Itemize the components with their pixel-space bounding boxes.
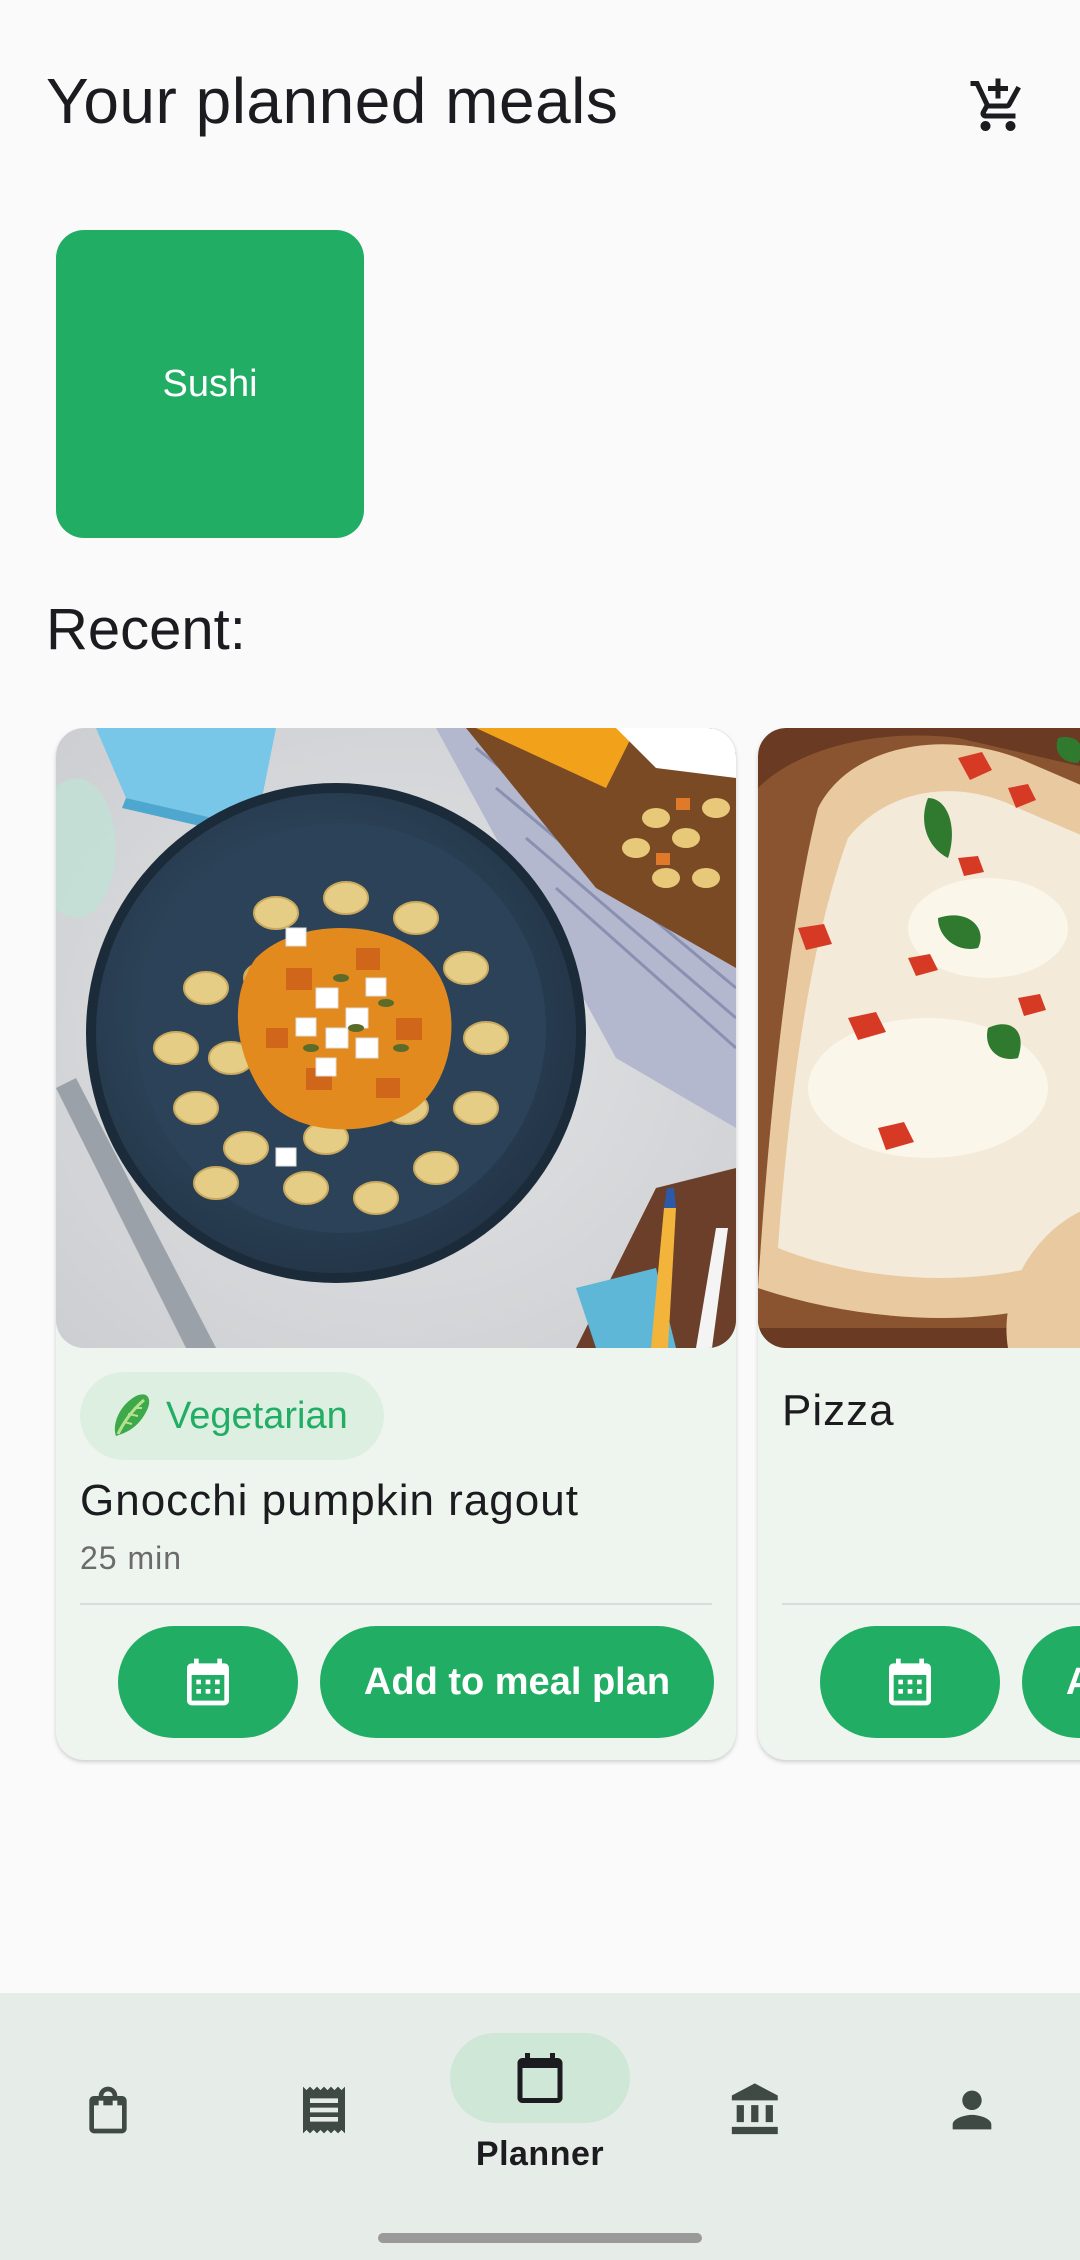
- vegetarian-tag: Vegetarian: [80, 1372, 384, 1460]
- recent-heading: Recent:: [46, 597, 246, 662]
- nav-item-bank[interactable]: [648, 1993, 864, 2233]
- calendar-icon: [517, 2053, 563, 2103]
- nav-icon-wrap: [18, 2065, 198, 2155]
- card-divider: [782, 1603, 1080, 1605]
- calendar-icon: [889, 1658, 931, 1706]
- add-shopping-cart-icon: [970, 78, 1021, 131]
- planned-meal-tile[interactable]: Sushi: [56, 230, 364, 538]
- nav-icon-wrap: [882, 2065, 1062, 2155]
- page-title: Your planned meals: [46, 65, 619, 137]
- nav-icon-wrap: [450, 2033, 630, 2123]
- nav-icon-wrap: [666, 2065, 846, 2155]
- pizza-image: [758, 728, 1080, 1348]
- bank-icon: [731, 2083, 778, 2135]
- nav-item-planner[interactable]: Planner: [432, 1993, 648, 2233]
- recipe-card[interactable]: Pizza Add to meal plan: [758, 728, 1080, 1760]
- add-shopping-cart-button[interactable]: [962, 70, 1034, 142]
- shopping-bag-icon: [89, 2086, 127, 2134]
- nav-label-planner: Planner: [475, 2135, 605, 2173]
- recent-recipes-carousel[interactable]: Vegetarian Gnocchi pumpkin ragout 25 min…: [0, 728, 1080, 1768]
- add-to-meal-plan-button[interactable]: Add to meal plan: [320, 1626, 714, 1738]
- home-indicator[interactable]: [378, 2233, 702, 2243]
- vegetarian-tag-label: Vegetarian: [166, 1394, 348, 1437]
- gnocchi-plate-image: [56, 728, 736, 1348]
- planner-screen: Your planned meals Sushi Recent: Vegetar…: [0, 0, 1080, 2260]
- schedule-button[interactable]: [118, 1626, 298, 1738]
- receipt-icon: [303, 2086, 345, 2134]
- card-divider: [80, 1603, 712, 1605]
- recipe-card[interactable]: Vegetarian Gnocchi pumpkin ragout 25 min…: [56, 728, 736, 1760]
- lettuce-icon: [114, 1394, 150, 1436]
- nav-item-profile[interactable]: [864, 1993, 1080, 2233]
- add-to-meal-plan-button[interactable]: Add to meal plan: [1022, 1626, 1080, 1738]
- calendar-icon: [187, 1658, 229, 1706]
- nav-item-receipts[interactable]: [216, 1993, 432, 2233]
- planned-meal-name: Sushi: [162, 362, 258, 405]
- bottom-navigation: Planner: [0, 1993, 1080, 2260]
- schedule-button[interactable]: [820, 1626, 1000, 1738]
- recipe-time: 25 min: [80, 1540, 183, 1576]
- nav-icon-wrap: [234, 2065, 414, 2155]
- nav-item-shop[interactable]: [0, 1993, 216, 2233]
- recipe-title: Pizza: [782, 1386, 895, 1435]
- person-icon: [952, 2090, 992, 2130]
- recipe-title: Gnocchi pumpkin ragout: [80, 1476, 579, 1525]
